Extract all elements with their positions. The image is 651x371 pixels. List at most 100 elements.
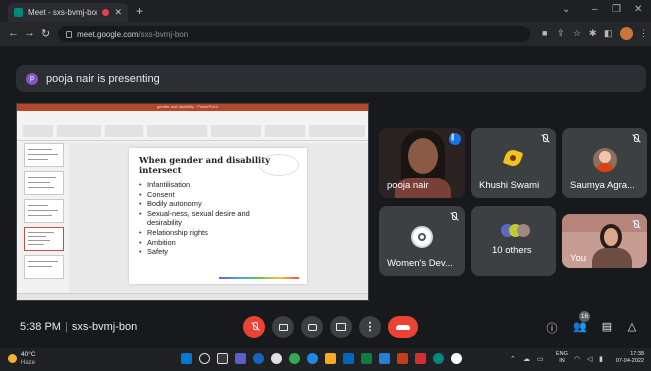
edge-icon[interactable] xyxy=(253,353,264,364)
leave-call-button[interactable] xyxy=(388,316,418,338)
pdf-reader-icon[interactable] xyxy=(415,353,426,364)
slide-thumbnail[interactable] xyxy=(24,143,64,167)
app-icon[interactable] xyxy=(451,353,462,364)
browser-menu-icon[interactable]: ⋮ xyxy=(639,28,648,39)
captions-icon xyxy=(307,323,317,331)
meeting-time: 5:38 PM xyxy=(20,321,61,333)
system-date: 07-04-2022 xyxy=(615,358,644,364)
powerpoint-status-bar xyxy=(17,293,368,300)
browser-tab-strip: Meet - sxs-bvmj-bon ✕ + ⌄ – ❐ ✕ xyxy=(0,0,651,22)
back-icon[interactable]: ← xyxy=(8,27,19,39)
people-icon[interactable]: 👥 xyxy=(573,320,587,334)
address-bar[interactable]: meet.google.com/sxs-bvmj-bon xyxy=(58,26,530,42)
current-slide: When gender and disability intersect Inf… xyxy=(129,148,307,284)
tab-title: Meet - sxs-bvmj-bon xyxy=(28,8,98,17)
side-panel-icon[interactable]: ◧ xyxy=(604,28,613,39)
powerpoint-title-bar: gender and disability - PowerPoint xyxy=(17,104,368,111)
minimize-icon[interactable]: – xyxy=(592,4,598,15)
task-view-icon[interactable] xyxy=(217,353,228,364)
browser-toolbar: ← → ↻ meet.google.com/sxs-bvmj-bon ■ ⇪ ☆… xyxy=(0,22,651,46)
reload-icon[interactable]: ↻ xyxy=(41,27,50,40)
teams-chat-icon[interactable] xyxy=(235,353,246,364)
slide-thumbnail[interactable] xyxy=(24,199,64,223)
powerpoint-icon[interactable] xyxy=(397,353,408,364)
url-text: meet.google.com/sxs-bvmj-bon xyxy=(77,29,189,39)
mic-off-icon xyxy=(631,134,640,144)
mic-toggle-button[interactable] xyxy=(243,316,265,338)
extensions-icon[interactable]: ✱ xyxy=(589,28,597,39)
battery-icon[interactable]: ▭ xyxy=(537,355,544,363)
camera-in-use-icon[interactable]: ■ xyxy=(542,28,547,38)
weather-description: Haze xyxy=(21,360,36,366)
captions-button[interactable] xyxy=(301,316,323,338)
excel-icon[interactable] xyxy=(361,353,372,364)
camera-icon xyxy=(278,323,288,331)
browser-tab-meet[interactable]: Meet - sxs-bvmj-bon ✕ xyxy=(8,3,128,22)
onedrive-icon[interactable]: ☁ xyxy=(523,355,530,363)
cortana-icon[interactable] xyxy=(271,353,282,364)
volume-icon[interactable]: ◁ xyxy=(587,355,592,363)
store-icon[interactable] xyxy=(343,353,354,364)
speaking-indicator-icon xyxy=(449,133,461,145)
participant-name: 10 others xyxy=(492,245,532,256)
battery-status-icon[interactable]: ▮ xyxy=(599,355,603,363)
tab-close-icon[interactable]: ✕ xyxy=(114,7,122,18)
start-icon[interactable] xyxy=(181,353,192,364)
browser-icon[interactable] xyxy=(307,353,318,364)
participant-tile-saumya[interactable]: Saumya Agra... xyxy=(562,128,647,198)
search-icon[interactable] xyxy=(199,353,210,364)
participant-tile-you[interactable]: You xyxy=(562,214,647,268)
participant-avatar xyxy=(501,146,525,170)
slide-editor-canvas: When gender and disability intersect Inf… xyxy=(69,143,368,293)
participant-tile-womens-dev[interactable]: Women's Dev... xyxy=(379,206,465,276)
slide-bullet: Safety xyxy=(139,247,279,257)
slide-watermark xyxy=(259,154,299,176)
presentation-screen[interactable]: gender and disability - PowerPoint When … xyxy=(16,103,369,301)
windows-taskbar: 40°C Haze ⌃ ☁ ▭ ENG IN ◠ ◁ ▮ 17:38 07-04… xyxy=(0,348,651,371)
participant-tile-pooja-nair[interactable]: pooja nair xyxy=(379,128,465,198)
slide-thumbnail[interactable] xyxy=(24,255,64,279)
wifi-icon[interactable]: ◠ xyxy=(574,355,580,363)
new-tab-button[interactable]: + xyxy=(136,4,143,18)
participant-avatar xyxy=(411,226,433,248)
file-explorer-icon[interactable] xyxy=(325,353,336,364)
weather-sun-icon[interactable] xyxy=(8,354,17,363)
profile-avatar-icon[interactable] xyxy=(620,27,633,40)
meeting-details-icon[interactable]: ⓘ xyxy=(545,320,559,335)
show-hidden-icons-icon[interactable]: ⌃ xyxy=(510,355,516,363)
camera-toggle-button[interactable] xyxy=(272,316,294,338)
slide-bullet: Consent xyxy=(139,190,279,200)
self-video-face xyxy=(604,228,618,246)
chat-icon[interactable]: ▤ xyxy=(600,320,614,334)
mic-off-icon xyxy=(631,220,640,230)
slide-thumbnail-active[interactable] xyxy=(24,227,64,251)
mic-off-icon xyxy=(250,322,259,332)
mic-off-icon xyxy=(540,134,549,144)
participant-tile-khushi-swami[interactable]: Khushi Swami xyxy=(471,128,556,198)
presenter-avatar: p xyxy=(26,72,38,85)
slide-bullet: Bodily autonomy xyxy=(139,199,279,209)
tab-search-icon[interactable]: ⌄ xyxy=(562,4,570,15)
participant-tile-others[interactable]: 10 others xyxy=(471,206,556,276)
window-close-icon[interactable]: ✕ xyxy=(634,4,642,15)
system-clock[interactable]: 17:38 07-04-2022 xyxy=(612,351,644,365)
word-icon[interactable] xyxy=(379,353,390,364)
activities-icon[interactable]: △ xyxy=(625,320,639,334)
meeting-code: sxs-bvmj-bon xyxy=(71,321,138,333)
participant-count-badge: 16 xyxy=(579,311,590,322)
app-icon[interactable] xyxy=(433,353,444,364)
system-time: 17:38 xyxy=(630,351,644,357)
language-indicator[interactable]: ENG IN xyxy=(556,351,568,365)
present-now-button[interactable] xyxy=(330,316,352,338)
slide-bullet: Ambition xyxy=(139,238,279,248)
slide-thumbnail[interactable] xyxy=(24,171,64,195)
more-options-button[interactable]: ⋮ xyxy=(359,316,381,338)
forward-icon[interactable]: → xyxy=(24,27,35,39)
weather-temperature: 40°C xyxy=(21,351,36,358)
bookmark-star-icon[interactable]: ☆ xyxy=(573,28,581,39)
maximize-icon[interactable]: ❐ xyxy=(612,4,621,15)
chrome-icon[interactable] xyxy=(289,353,300,364)
language-code: ENG xyxy=(556,351,568,357)
others-avatar xyxy=(517,224,530,237)
share-icon[interactable]: ⇪ xyxy=(557,28,565,39)
